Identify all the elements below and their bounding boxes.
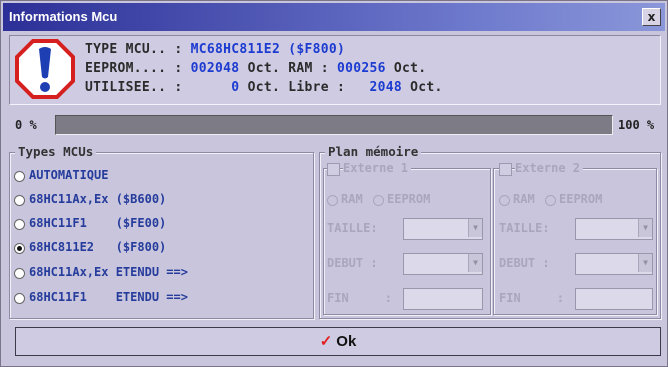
ok-label: Ok [336, 333, 357, 350]
radio-68hc11ax-label[interactable]: 68HC11Ax,Ex ($B600) [29, 192, 166, 206]
warning-stop-icon [15, 39, 75, 99]
externe2-fin-field[interactable] [575, 288, 653, 310]
externe1-debut-label: DEBUT : [327, 256, 378, 270]
externe2-eeprom-radio[interactable] [545, 195, 556, 206]
externe1-ram-radio[interactable] [327, 195, 338, 206]
window-title: Informations Mcu [9, 9, 118, 24]
externe1-taille-select[interactable]: ▼ [403, 218, 483, 240]
externe1-ram-label[interactable]: RAM [341, 192, 363, 206]
types-mcu-title: Types MCUs [15, 144, 97, 159]
externe2-ram-radio[interactable] [499, 195, 510, 206]
type-label: TYPE MCU.. : [85, 42, 183, 57]
mcu-type-line: TYPE MCU.. : MC68HC811E2 ($F800) [85, 42, 345, 57]
title-bar[interactable]: Informations Mcu x [3, 3, 665, 31]
close-button[interactable]: x [642, 8, 661, 26]
checkmark-icon: ✓ [319, 333, 333, 350]
type-value: MC68HC811E2 ($F800) [190, 42, 346, 57]
externe2-taille-select[interactable]: ▼ [575, 218, 653, 240]
utilisee-label: UTILISEE.. : [85, 80, 183, 95]
memory-progress-bar [55, 115, 613, 135]
radio-68hc11f1-label[interactable]: 68HC11F1 ($FE00) [29, 216, 166, 230]
chevron-down-icon[interactable]: ▼ [638, 254, 652, 272]
externe2-checkbox[interactable] [499, 163, 512, 176]
radio-68hc11f1-etendu[interactable] [14, 293, 25, 304]
externe1-eeprom-label[interactable]: EEPROM [387, 192, 430, 206]
externe2-ram-label[interactable]: RAM [513, 192, 535, 206]
utilisee-unit: Oct. [247, 80, 281, 95]
radio-68hc11ax-etendu-label[interactable]: 68HC11Ax,Ex ETENDU ==> [29, 265, 188, 279]
radio-auto[interactable] [14, 171, 25, 182]
radio-68hc11ax-etendu[interactable] [14, 268, 25, 279]
radio-68hc811e2-label[interactable]: 68HC811E2 ($F800) [29, 240, 166, 254]
externe1-fin-field[interactable] [403, 288, 483, 310]
externe1-label[interactable]: Externe 1 [343, 161, 412, 175]
dialog-window: Informations Mcu x TYPE MCU.. : MC68HC81… [0, 0, 668, 367]
libre-value: 2048 [369, 80, 403, 95]
progress-max-label: 100 % [618, 118, 655, 132]
ok-button[interactable]: ✓ Ok [15, 327, 661, 356]
externe2-debut-select[interactable]: ▼ [575, 253, 653, 275]
ram-label: RAM : [288, 61, 329, 76]
radio-68hc11f1[interactable] [14, 219, 25, 230]
externe1-eeprom-radio[interactable] [373, 195, 384, 206]
radio-auto-label[interactable]: AUTOMATIQUE [29, 168, 108, 182]
plan-memoire-title: Plan mémoire [325, 144, 422, 159]
ok-button-text[interactable]: ✓ Ok [16, 328, 660, 355]
externe1-checkbox[interactable] [327, 163, 340, 176]
progress-min-label: 0 % [15, 118, 37, 132]
libre-unit: Oct. [410, 80, 443, 95]
libre-label: Libre : [288, 80, 346, 95]
externe2-eeprom-label[interactable]: EEPROM [559, 192, 602, 206]
chevron-down-icon[interactable]: ▼ [468, 254, 482, 272]
radio-68hc11ax[interactable] [14, 195, 25, 206]
radio-68hc811e2[interactable] [14, 243, 25, 254]
eeprom-value: 002048 [190, 61, 240, 76]
externe2-taille-label: TAILLE: [499, 221, 550, 235]
externe1-taille-label: TAILLE: [327, 221, 378, 235]
radio-68hc11f1-etendu-label[interactable]: 68HC11F1 ETENDU ==> [29, 290, 188, 304]
ram-value: 000256 [337, 61, 386, 76]
externe1-fin-label: FIN : [327, 291, 393, 305]
externe2-debut-label: DEBUT : [499, 256, 550, 270]
externe2-fin-label: FIN : [499, 291, 565, 305]
utilisee-value: 0 [231, 80, 240, 95]
eeprom-unit: Oct. [247, 61, 281, 76]
eeprom-label: EEPROM.... : [85, 61, 183, 76]
chevron-down-icon[interactable]: ▼ [638, 219, 652, 237]
ram-unit: Oct. [393, 61, 427, 76]
usage-line: UTILISEE.. : 0 Oct. Libre : 2048 Oct. [85, 80, 443, 95]
chevron-down-icon[interactable]: ▼ [468, 219, 482, 237]
eeprom-ram-line: EEPROM.... : 002048 Oct. RAM : 000256 Oc… [85, 61, 426, 76]
externe1-debut-select[interactable]: ▼ [403, 253, 483, 275]
externe2-label[interactable]: Externe 2 [515, 161, 584, 175]
